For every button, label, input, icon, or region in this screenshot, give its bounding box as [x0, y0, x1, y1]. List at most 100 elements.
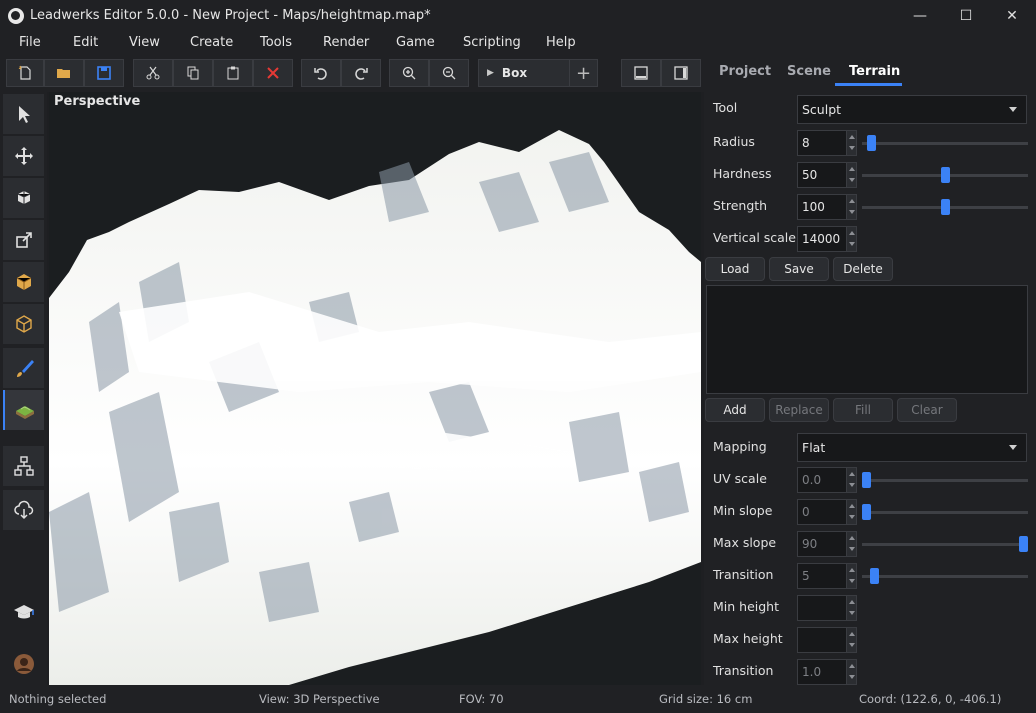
min-slope-slider[interactable]	[862, 504, 1028, 520]
add-object-button[interactable]: +	[569, 60, 597, 86]
transition-slider[interactable]	[862, 568, 1028, 584]
hardness-slider-handle[interactable]	[940, 167, 950, 183]
single-view-icon	[634, 66, 648, 80]
hierarchy-icon	[13, 456, 34, 476]
paste-button[interactable]	[213, 59, 253, 87]
mapping-dropdown[interactable]: Flat	[797, 433, 1027, 462]
terrain-tool-button[interactable]	[3, 390, 44, 430]
spinner-arrows-icon[interactable]	[846, 596, 856, 620]
scale-tool-button[interactable]	[3, 220, 44, 260]
open-file-button[interactable]	[44, 59, 84, 87]
spinner-arrows-icon[interactable]	[846, 564, 856, 588]
max-slope-slider-handle[interactable]	[1019, 536, 1028, 552]
menu-help[interactable]: Help	[546, 35, 576, 50]
menu-create[interactable]: Create	[190, 35, 233, 50]
max-slope-spinner[interactable]: 90	[797, 531, 857, 557]
mapping-value: Flat	[802, 440, 826, 455]
redo-button[interactable]	[341, 59, 381, 87]
hardness-value: 50	[802, 168, 818, 182]
maximize-button[interactable]: ☐	[943, 0, 989, 31]
menu-view[interactable]: View	[129, 35, 160, 50]
add-layer-button[interactable]: Add	[705, 398, 765, 422]
clear-layer-button[interactable]: Clear	[897, 398, 957, 422]
spinner-arrows-icon[interactable]	[846, 195, 856, 219]
grid-size-status: Grid size: 16 cm	[659, 692, 753, 706]
create-box-tool-button[interactable]	[3, 262, 44, 302]
radius-slider[interactable]	[862, 135, 1028, 151]
menu-edit[interactable]: Edit	[73, 35, 98, 50]
hardness-spinner[interactable]: 50	[797, 162, 857, 188]
menu-tools[interactable]: Tools	[260, 35, 292, 50]
scene-hierarchy-button[interactable]	[3, 446, 44, 486]
user-avatar-button[interactable]	[3, 644, 44, 684]
vertical-scale-spinner[interactable]: 14000	[797, 226, 857, 252]
object-type-selector[interactable]: ▶ Box +	[478, 59, 598, 87]
spinner-arrows-icon[interactable]	[846, 532, 856, 556]
replace-layer-button[interactable]: Replace	[769, 398, 829, 422]
learn-button[interactable]	[3, 592, 44, 632]
copy-button[interactable]	[173, 59, 213, 87]
spinner-arrows-icon[interactable]	[846, 500, 856, 524]
load-button[interactable]: Load	[705, 257, 765, 281]
max-height-spinner[interactable]	[797, 627, 857, 653]
min-slope-spinner[interactable]: 0	[797, 499, 857, 525]
strength-spinner[interactable]: 100	[797, 194, 857, 220]
tab-terrain[interactable]: Terrain	[849, 64, 900, 79]
single-viewport-button[interactable]	[621, 59, 661, 87]
menu-file[interactable]: File	[19, 35, 41, 50]
side-panel-toggle-button[interactable]	[661, 59, 701, 87]
minimize-button[interactable]: —	[897, 0, 943, 31]
vertex-edit-tool-button[interactable]	[3, 304, 44, 344]
radius-spinner[interactable]: 8	[797, 130, 857, 156]
delete-button[interactable]: Delete	[833, 257, 893, 281]
delete-button[interactable]	[253, 59, 293, 87]
menu-scripting[interactable]: Scripting	[463, 35, 521, 50]
paint-tool-button[interactable]	[3, 348, 44, 388]
save-button[interactable]: Save	[769, 257, 829, 281]
transition-slider-handle[interactable]	[869, 568, 879, 584]
cloud-download-icon	[13, 500, 33, 520]
fill-layer-button[interactable]: Fill	[833, 398, 893, 422]
menu-game[interactable]: Game	[396, 35, 435, 50]
spinner-arrows-icon[interactable]	[846, 163, 856, 187]
cut-button[interactable]	[133, 59, 173, 87]
spinner-arrows-icon[interactable]	[846, 660, 856, 684]
strength-slider-handle[interactable]	[940, 199, 950, 215]
min-slope-slider-handle[interactable]	[862, 504, 871, 520]
menu-render[interactable]: Render	[323, 35, 369, 50]
zoom-in-button[interactable]	[389, 59, 429, 87]
spinner-arrows-icon[interactable]	[846, 468, 856, 492]
height-transition-spinner[interactable]: 1.0	[797, 659, 857, 685]
orange-box-icon	[16, 274, 31, 290]
transition-spinner[interactable]: 5	[797, 563, 857, 589]
window-title: Leadwerks Editor 5.0.0 - New Project - M…	[30, 8, 431, 23]
radius-slider-handle[interactable]	[866, 135, 876, 151]
tab-project[interactable]: Project	[719, 64, 771, 79]
move-tool-button[interactable]	[3, 136, 44, 176]
rotate-tool-button[interactable]	[3, 178, 44, 218]
zoom-out-button[interactable]	[429, 59, 469, 87]
perspective-viewport[interactable]: Perspective	[49, 92, 701, 685]
select-tool-button[interactable]	[3, 94, 44, 134]
uv-scale-spinner[interactable]: 0.0	[797, 467, 857, 493]
cloud-download-button[interactable]	[3, 490, 44, 530]
spinner-arrows-icon[interactable]	[846, 227, 856, 251]
uv-scale-slider-handle[interactable]	[862, 472, 871, 488]
spinner-arrows-icon[interactable]	[846, 628, 856, 652]
terrain-layer-list[interactable]	[706, 285, 1028, 394]
hardness-slider[interactable]	[862, 167, 1028, 183]
menu-bar: File Edit View Create Tools Render Game …	[0, 31, 1036, 55]
strength-slider[interactable]	[862, 199, 1028, 215]
close-button[interactable]: ✕	[989, 0, 1035, 31]
tab-scene[interactable]: Scene	[787, 64, 831, 79]
min-height-spinner[interactable]	[797, 595, 857, 621]
uv-scale-slider[interactable]	[862, 472, 1028, 488]
spinner-arrows-icon[interactable]	[846, 131, 856, 155]
max-slope-slider[interactable]	[862, 536, 1028, 552]
tool-dropdown[interactable]: Sculpt	[797, 95, 1027, 124]
status-bar: Nothing selected View: 3D Perspective FO…	[0, 685, 1036, 713]
save-file-button[interactable]	[84, 59, 124, 87]
chevron-down-icon	[1009, 445, 1017, 450]
undo-button[interactable]	[301, 59, 341, 87]
new-file-button[interactable]	[6, 59, 44, 87]
